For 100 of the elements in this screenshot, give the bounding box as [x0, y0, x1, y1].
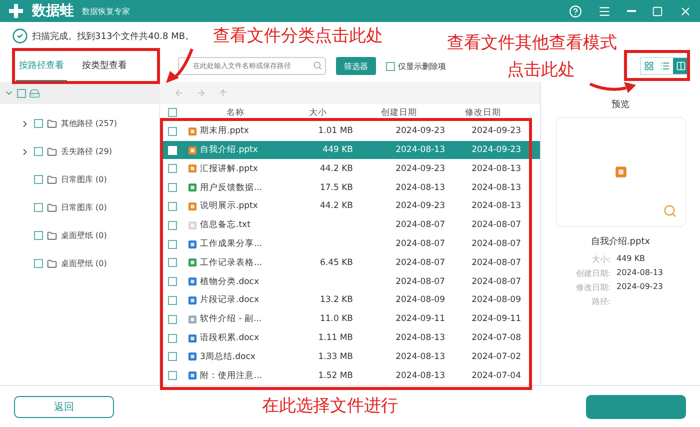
- close-button[interactable]: [679, 4, 692, 18]
- modified-date: 2024-08-07: [470, 276, 521, 287]
- preview-file-name: 自我介绍.pptx: [590, 236, 650, 248]
- tree-item-label[interactable]: 其他路径 (257): [61, 118, 118, 129]
- search-icon: [313, 61, 322, 70]
- file-size: 6.45 KB: [320, 258, 353, 268]
- file-row[interactable]: 说明展示.pptx 44.2 KB 2024-09-23 2024-08-13: [160, 197, 540, 216]
- created-date: 2024-08-07: [394, 258, 445, 268]
- file-row[interactable]: 工作记录表格... 6.45 KB 2024-08-07 2024-08-07: [160, 253, 540, 272]
- checkbox[interactable]: [168, 164, 177, 174]
- file-row[interactable]: 片段记录.docx 13.2 KB 2024-08-09 2024-08-09: [160, 291, 540, 310]
- tree-item-label[interactable]: 日常图库 (0): [61, 174, 107, 185]
- maximize-icon: [652, 6, 663, 16]
- checkbox-label: 仅显示删除项: [398, 60, 446, 72]
- file-size: 44.2 KB: [320, 201, 353, 212]
- column-header[interactable]: 名称: [188, 106, 283, 119]
- file-size: 449 KB: [322, 145, 353, 156]
- help-button[interactable]: [569, 4, 582, 18]
- file-row[interactable]: 3周总结.docx 1.33 MB 2024-08-13 2024-07-02: [160, 347, 540, 366]
- checkbox[interactable]: [17, 88, 26, 98]
- check-circle-icon: [12, 28, 28, 44]
- file-row[interactable]: 附：使用注意... 1.52 MB 2024-08-13 2024-07-04: [160, 366, 540, 385]
- file-name: 信息备忘.txt: [200, 219, 250, 232]
- folder-icon: [47, 146, 57, 156]
- modified-date: 2024-09-11: [470, 314, 521, 324]
- file-row[interactable]: 自我介绍.pptx 449 KB 2024-08-13 2024-09-23: [160, 140, 540, 160]
- tree-item-label[interactable]: 桌面壁纸 (0): [61, 230, 107, 241]
- file-row[interactable]: 语段积累.docx 1.11 MB 2024-08-13 2024-07-08: [160, 328, 540, 348]
- modified-date: 2024-08-13: [470, 182, 521, 193]
- folder-icon: [47, 174, 57, 184]
- file-row[interactable]: 软件介绍 - 副... 11.0 KB 2024-09-11 2024-09-11: [160, 310, 540, 329]
- created-date: 2024-09-23: [394, 164, 445, 174]
- created-date: 2024-08-13: [394, 333, 445, 343]
- up-arrow-icon[interactable]: [218, 88, 228, 98]
- checkbox[interactable]: [168, 202, 177, 211]
- drive-icon: [29, 88, 40, 98]
- checkbox[interactable]: [168, 314, 177, 324]
- file-row[interactable]: 植物分类.docx 2024-08-07 2024-08-07: [160, 272, 540, 292]
- checkbox[interactable]: [168, 296, 177, 305]
- checkbox[interactable]: [34, 259, 43, 268]
- file-row[interactable]: 信息备忘.txt 2024-08-07 2024-08-07: [160, 216, 540, 235]
- app-subtitle: 数据恢复专家: [82, 6, 130, 16]
- tree-item-label[interactable]: 桌面壁纸 (0): [61, 258, 107, 269]
- recover-button[interactable]: [586, 394, 686, 418]
- checkbox[interactable]: [386, 62, 395, 70]
- file-name: 用户反馈数据...: [200, 182, 262, 194]
- file-name: 汇报讲解.pptx: [200, 162, 258, 175]
- file-name: 3周总结.docx: [200, 350, 256, 363]
- preview-title: 预览: [612, 98, 630, 111]
- file-row[interactable]: 汇报讲解.pptx 44.2 KB 2024-09-23 2024-08-13: [160, 159, 540, 178]
- app-name: 数据蛙: [32, 2, 74, 20]
- forward-arrow-icon[interactable]: [196, 88, 206, 98]
- checkbox[interactable]: [168, 220, 177, 230]
- file-name: 期末用.pptx: [200, 125, 249, 138]
- zoom-search-icon[interactable]: [662, 204, 676, 218]
- file-icon: [614, 166, 626, 178]
- checkbox[interactable]: [168, 334, 177, 342]
- back-arrow-icon[interactable]: [174, 88, 184, 98]
- modified-date: 2024-09-23: [470, 145, 521, 156]
- column-header[interactable]: 修改日期: [445, 106, 521, 119]
- checkbox[interactable]: [34, 147, 43, 156]
- checkbox[interactable]: [168, 371, 177, 380]
- column-header[interactable]: 创建日期: [353, 106, 445, 119]
- column-header[interactable]: 大小: [283, 106, 353, 119]
- checkbox[interactable]: [168, 126, 177, 136]
- checkbox[interactable]: [168, 352, 177, 362]
- view-tab[interactable]: 按类型查看: [79, 59, 130, 82]
- file-size: 1.01 MB: [318, 126, 353, 136]
- help-icon: [569, 4, 582, 18]
- checkbox[interactable]: [168, 277, 177, 286]
- select-all-checkbox[interactable]: [168, 108, 177, 118]
- checkbox[interactable]: [34, 231, 43, 240]
- maximize-button[interactable]: [652, 6, 663, 16]
- file-name: 自我介绍.pptx: [200, 144, 258, 156]
- filter-button[interactable]: 筛选器: [336, 57, 376, 75]
- created-date: 2024-08-09: [394, 295, 445, 306]
- menu-button[interactable]: [598, 4, 611, 18]
- annotation-text: 查看文件分类点击此处: [213, 25, 383, 47]
- file-row[interactable]: 用户反馈数据... 17.5 KB 2024-08-13 2024-08-13: [160, 178, 540, 198]
- tree-item-label[interactable]: 日常图库 (0): [61, 202, 107, 213]
- back-button[interactable]: 返回: [14, 396, 114, 418]
- created-date: 2024-08-07: [394, 239, 445, 250]
- view-tab[interactable]: 按路径查看: [16, 59, 67, 82]
- file-row[interactable]: 工作成果分享... 2024-08-07 2024-08-07: [160, 234, 540, 254]
- created-date: 2024-08-13: [394, 145, 445, 156]
- checkbox[interactable]: [34, 203, 43, 212]
- annotation-text: 查看文件其他查看模式: [447, 32, 617, 54]
- checkbox[interactable]: [168, 240, 177, 249]
- tree-item-label[interactable]: 丢失路径 (29): [61, 146, 112, 157]
- file-name: 软件介绍 - 副...: [200, 313, 262, 326]
- created-date: 2024-09-23: [394, 126, 445, 136]
- modified-date: 2024-08-09: [470, 295, 521, 306]
- checkbox[interactable]: [168, 258, 177, 268]
- checkbox[interactable]: [168, 183, 177, 192]
- file-row[interactable]: 期末用.pptx 1.01 MB 2024-09-23 2024-09-23: [160, 122, 540, 141]
- modified-date: 2024-07-08: [470, 333, 521, 343]
- modified-date: 2024-07-02: [470, 352, 521, 362]
- file-name: 片段记录.docx: [200, 294, 260, 306]
- checkbox[interactable]: [34, 175, 43, 184]
- checkbox[interactable]: [34, 119, 43, 128]
